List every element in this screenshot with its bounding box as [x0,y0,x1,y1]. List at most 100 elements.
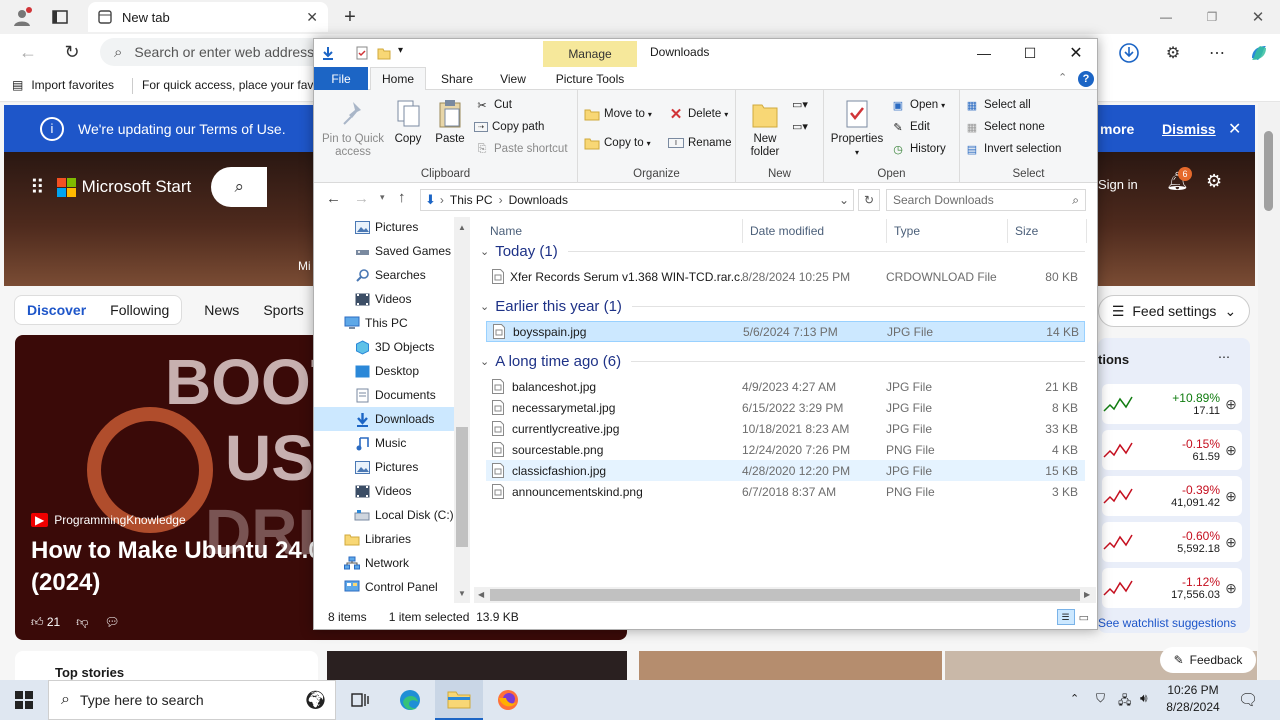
copilot-icon[interactable] [1246,40,1272,66]
file-row[interactable]: classicfashion.jpg 4/28/2020 12:20 PM JPG … [486,460,1085,481]
more-options-icon[interactable]: ⋯ [1218,350,1230,364]
nav-item-pictures[interactable]: Pictures [314,455,454,479]
nav-item-videos[interactable]: Videos [314,479,454,503]
delete-button[interactable]: ✕ Delete ▾ [668,104,729,124]
new-folder-quick-icon[interactable] [376,45,392,61]
column-type[interactable]: Type [894,224,920,238]
move-to-button[interactable]: Move to ▾ [584,104,652,124]
page-scrollbar[interactable] [1258,103,1280,680]
nav-item-documents[interactable]: Documents [314,383,454,407]
breadcrumb[interactable]: ⬇ › This PC › Downloads ⌄ [420,189,854,211]
add-stock-icon[interactable]: ⊕ [1220,488,1242,505]
file-group-header[interactable]: ⌄ Earlier this year (1) [480,298,1085,315]
column-name[interactable]: Name [490,224,522,238]
feed-settings-button[interactable]: ☰ Feed settings ⌄ [1098,295,1250,327]
search-input[interactable]: Search Downloads ⌕ [886,189,1086,211]
task-view-icon[interactable] [336,680,384,720]
nav-item-videos[interactable]: Videos [314,287,454,311]
new-item-icon[interactable]: ▭▾ [792,98,808,111]
select-none-button[interactable]: ▦ Select none [964,117,1045,137]
scroll-up-icon[interactable]: ▲ [458,223,466,232]
collapse-ribbon-icon[interactable]: ⌃ [1058,71,1067,84]
details-view-icon[interactable]: ☰ [1056,609,1075,625]
new-tab-button[interactable]: + [338,4,362,30]
tab-share[interactable]: Share [430,67,484,90]
nav-news[interactable]: News [192,296,251,324]
dislike-button[interactable]: 👎︎ [76,615,88,630]
nav-item-this-pc[interactable]: This PC [314,311,454,335]
tab-view[interactable]: View [486,67,540,90]
history-button[interactable]: ◷ History [890,139,946,159]
file-row[interactable]: boysspain.jpg 5/6/2024 7:13 PM JPG File 14 … [486,321,1085,342]
forward-icon[interactable]: → [354,190,369,207]
horizontal-scrollbar[interactable]: ◀ ▶ [474,587,1096,603]
file-group-header[interactable]: ⌄ A long time ago (6) [480,353,1085,370]
column-size[interactable]: Size [1015,224,1038,238]
network-icon[interactable]: 🖧︎ [1118,691,1131,712]
maximize-icon[interactable]: ☐ [1007,39,1053,67]
close-icon[interactable]: ✕ [1053,39,1099,67]
paste-button[interactable]: Paste [432,98,468,146]
nav-item-downloads[interactable]: Downloads [314,407,454,431]
nav-scrollbar[interactable]: ▲ ▼ [454,217,470,603]
tab-file[interactable]: File [314,67,368,90]
file-group-header[interactable]: ⌄ Today (1) [480,243,1085,260]
nav-item-libraries[interactable]: Libraries [314,527,454,551]
copy-button[interactable]: Copy [390,98,426,146]
nav-discover[interactable]: Discover [15,296,98,324]
dismiss-button[interactable]: Dismiss [1162,121,1216,137]
nav-item-music[interactable]: Music [314,431,454,455]
rename-button[interactable]: I Rename [668,133,731,153]
breadcrumb-this-pc[interactable]: This PC [450,193,493,207]
news-card-image[interactable] [639,651,942,680]
copy-path-button[interactable]: ⇢ Copy path [474,117,544,137]
back-icon[interactable]: ← [16,40,40,64]
stock-item[interactable]: -0.15% 61.59 ⊕ [1102,430,1242,470]
scroll-thumb[interactable] [456,427,468,547]
system-clock[interactable]: 10:26 PM 8/28/2024 [1160,682,1226,716]
windows-start-icon[interactable] [0,680,48,720]
tab-manage[interactable]: Manage [543,41,637,67]
close-browser-icon[interactable]: ✕ [1244,4,1272,30]
msn-search-box[interactable]: ⌕ [211,167,268,207]
help-icon[interactable]: ? [1078,71,1094,87]
add-stock-icon[interactable]: ⊕ [1220,580,1242,597]
taskbar-search-box[interactable]: ⌕ Type here to search 🌍︎ [48,680,336,720]
news-card-image[interactable] [327,651,627,680]
stock-item[interactable]: -0.39% 41,091.42 ⊕ [1102,476,1242,516]
extensions-icon[interactable]: ⚙ [1160,40,1186,66]
refresh-icon[interactable]: ↻ [858,189,880,211]
scroll-thumb[interactable] [1264,131,1273,211]
nav-item-network[interactable]: Network [314,551,454,575]
feedback-button[interactable]: ✎ Feedback [1160,647,1256,673]
easy-access-icon[interactable]: ▭▾ [792,120,808,133]
customize-qat-icon[interactable]: ▾ [398,45,403,56]
invert-selection-button[interactable]: ▤ Invert selection [964,139,1062,159]
tab-home[interactable]: Home [370,67,426,90]
stock-item[interactable]: +10.89% 17.11 ⊕ [1102,384,1242,424]
large-icons-view-icon[interactable]: ▭ [1079,611,1089,624]
like-button[interactable]: 👍︎ 21 [31,615,60,630]
add-stock-icon[interactable]: ⊕ [1220,534,1242,551]
refresh-icon[interactable]: ↻ [60,40,84,64]
tab-new-tab[interactable]: New tab ✕ [88,2,328,32]
minimize-browser-icon[interactable]: — [1152,4,1180,30]
learn-more-link[interactable]: more [1100,121,1134,137]
comment-button[interactable]: 💬︎ [104,615,119,630]
copy-to-button[interactable]: Copy to ▾ [584,133,651,153]
close-tab-icon[interactable]: ✕ [306,9,318,26]
column-date-modified[interactable]: Date modified [750,224,824,238]
file-row[interactable]: balanceshot.jpg 4/9/2023 4:27 AM JPG File 2… [486,376,1085,397]
nav-following[interactable]: Following [98,296,181,324]
notification-center-icon[interactable]: 🗨︎ [1238,690,1258,710]
stock-item[interactable]: -0.60% 5,592.18 ⊕ [1102,522,1242,562]
cut-button[interactable]: ✂ Cut [474,95,512,115]
security-icon[interactable]: ⛉ [1096,691,1105,706]
quick-access-download-icon[interactable] [320,45,336,61]
settings-gear-icon[interactable]: ⚙ [1206,171,1222,192]
sign-in-button[interactable]: Sign in [1098,177,1138,192]
show-hidden-icons[interactable]: ⌃ [1070,692,1079,705]
file-row[interactable]: currentlycreative.jpg 10/18/2021 8:23 AM J… [486,418,1085,439]
volume-icon[interactable]: 🔊︎ [1140,691,1148,706]
nav-item-3d-objects[interactable]: 3D Objects [314,335,454,359]
